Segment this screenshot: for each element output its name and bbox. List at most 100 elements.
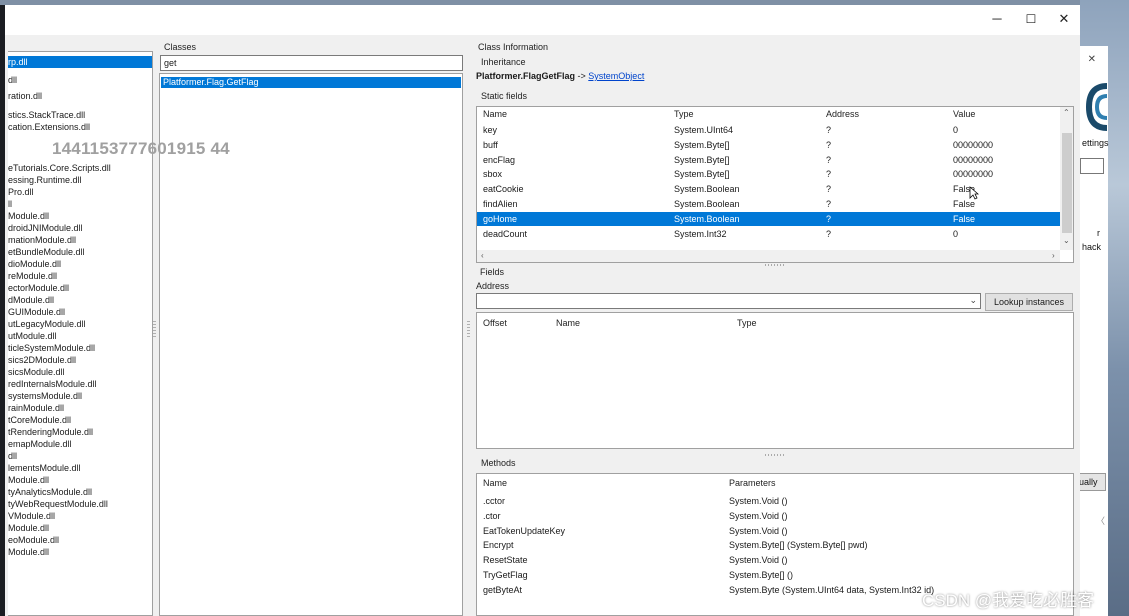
assembly-item[interactable]: ll <box>8 198 152 210</box>
base-class-link[interactable]: SystemObject <box>588 71 644 81</box>
title-bar: ─ ☐ ✕ <box>5 5 1080 35</box>
assembly-item[interactable]: eTutorials.Core.Scripts.dll <box>8 162 152 174</box>
splitter-left[interactable] <box>153 321 156 337</box>
static-field-row[interactable]: encFlag System.Byte[]? 00000000 <box>477 153 1060 167</box>
col-header-address[interactable]: Address <box>826 109 859 119</box>
static-fields-hscrollbar[interactable]: ‹ › <box>477 250 1060 262</box>
assembly-item[interactable]: utModule.dll <box>8 330 152 342</box>
method-name-cell: getByteAt <box>483 584 523 595</box>
scroll-up-icon[interactable]: ⌃ <box>1063 108 1070 117</box>
scroll-thumb[interactable] <box>1062 133 1072 233</box>
assembly-item[interactable]: tyAnalyticsModule.dll <box>8 486 152 498</box>
close-button[interactable]: ✕ <box>1049 8 1079 30</box>
assembly-item[interactable]: Module.dll <box>8 522 152 534</box>
method-name-cell: .cctor <box>483 496 506 506</box>
assembly-item[interactable]: dioModule.dll <box>8 258 152 270</box>
splitter-grip-top[interactable] <box>765 264 785 266</box>
address-combobox[interactable]: ⌄ <box>476 293 981 309</box>
field-name-cell: encFlag <box>483 154 516 165</box>
assemblies-list[interactable]: rp.dll dll ration.dll stics.StackTrace.dll c… <box>8 51 153 616</box>
static-field-row[interactable]: sbox System.Byte[]? 00000000 <box>477 167 1060 181</box>
field-type-cell: System.Boolean <box>674 199 740 209</box>
inheritance-label: Inheritance <box>481 57 526 67</box>
static-field-row[interactable]: key System.UInt64? 0 <box>477 123 1060 137</box>
assembly-item[interactable]: dll <box>8 74 152 86</box>
maximize-button[interactable]: ☐ <box>1016 8 1046 30</box>
class-info-label: Class Information <box>478 42 549 52</box>
assembly-item[interactable]: emapModule.dll <box>8 438 152 450</box>
field-name-cell: sbox <box>483 169 503 180</box>
assembly-item[interactable]: etBundleModule.dll <box>8 246 152 258</box>
minimize-button[interactable]: ─ <box>982 8 1012 30</box>
assembly-item[interactable]: reModule.dll <box>8 270 152 282</box>
assembly-item[interactable]: Module.dll <box>8 210 152 222</box>
scroll-left-icon[interactable]: ‹ <box>481 251 484 260</box>
col-header-field-name[interactable]: Name <box>556 318 580 328</box>
assembly-item[interactable]: ectorModule.dll <box>8 282 152 294</box>
field-name-cell: goHome <box>483 213 518 224</box>
method-row[interactable]: ResetState System.Void () <box>477 553 1073 567</box>
chevron-down-icon[interactable]: ⌄ <box>969 295 977 306</box>
assembly-item[interactable]: eoModule.dll <box>8 534 152 546</box>
fields-table[interactable]: Offset Name Type <box>476 312 1074 449</box>
lookup-instances-button[interactable]: Lookup instances <box>985 293 1073 311</box>
field-name-cell: buff <box>483 139 498 150</box>
assembly-item[interactable]: tCoreModule.dll <box>8 414 152 426</box>
assembly-item[interactable]: rp.dll <box>8 56 152 68</box>
method-row[interactable]: EatTokenUpdateKey System.Void () <box>477 524 1073 538</box>
col-header-type[interactable]: Type <box>674 109 694 119</box>
assembly-item[interactable]: ticleSystemModule.dll <box>8 342 152 354</box>
assembly-item[interactable]: mationModule.dll <box>8 234 152 246</box>
assembly-item[interactable]: dll <box>8 450 152 462</box>
method-row[interactable]: .cctor System.Void () <box>477 494 1073 508</box>
assembly-item[interactable]: stics.StackTrace.dll <box>8 109 152 121</box>
scroll-down-icon[interactable]: ⌄ <box>1063 236 1070 245</box>
static-field-row[interactable]: goHome System.Boolean? False <box>477 211 1060 226</box>
assembly-item[interactable]: cation.Extensions.dll <box>8 121 152 133</box>
method-row[interactable]: .ctor System.Void () <box>477 509 1073 523</box>
col-header-parameters[interactable]: Parameters <box>729 478 776 488</box>
method-row[interactable]: Encrypt System.Byte[] (System.Byte[] pwd) <box>477 538 1073 552</box>
assembly-item[interactable]: GUIModule.dll <box>8 306 152 318</box>
assembly-item[interactable]: lementsModule.dll <box>8 462 152 474</box>
splitter-middle[interactable] <box>467 321 470 337</box>
assembly-item[interactable]: essing.Runtime.dll <box>8 174 152 186</box>
methods-label: Methods <box>481 458 516 468</box>
assembly-item[interactable]: dModule.dll <box>8 294 152 306</box>
mouse-cursor-icon <box>969 186 979 200</box>
field-name-cell: findAlien <box>483 199 518 209</box>
fields-label: Fields <box>480 267 505 277</box>
col-header-method-name[interactable]: Name <box>483 478 507 488</box>
static-field-row[interactable]: buff System.Byte[]? 00000000 <box>477 138 1060 152</box>
field-type-cell: System.Byte[] <box>674 169 730 180</box>
static-fields-table[interactable]: Name Type Address Value key System.UInt64… <box>476 106 1074 263</box>
assembly-item[interactable]: sics2DModule.dll <box>8 354 152 366</box>
static-fields-vscrollbar[interactable]: ⌃ ⌄ <box>1060 107 1073 250</box>
col-header-offset[interactable]: Offset <box>483 318 507 328</box>
assembly-item[interactable]: tyWebRequestModule.dll <box>8 498 152 510</box>
assembly-item[interactable]: Module.dll <box>8 546 152 558</box>
assembly-item[interactable]: droidJNIModule.dll <box>8 222 152 234</box>
col-header-field-type[interactable]: Type <box>737 318 757 328</box>
field-address-cell: ? <box>826 154 832 165</box>
col-header-value[interactable]: Value <box>953 109 975 119</box>
classes-label: Classes <box>164 42 197 52</box>
class-search-input[interactable]: get <box>160 55 463 71</box>
assembly-item[interactable]: VModule.dll <box>8 510 152 522</box>
splitter-grip-bottom[interactable] <box>765 454 785 456</box>
assembly-item[interactable]: rainModule.dll <box>8 402 152 414</box>
method-row[interactable]: TryGetFlag System.Byte[] () <box>477 568 1073 582</box>
assembly-item[interactable]: tRenderingModule.dll <box>8 426 152 438</box>
assembly-item[interactable]: Pro.dll <box>8 186 152 198</box>
assembly-item[interactable]: redInternalsModule.dll <box>8 378 152 390</box>
col-header-name[interactable]: Name <box>483 109 507 119</box>
scroll-right-icon[interactable]: › <box>1052 251 1055 260</box>
assembly-item[interactable]: utLegacyModule.dll <box>8 318 152 330</box>
static-field-row[interactable]: deadCount System.Int32? 0 <box>477 227 1060 241</box>
assembly-item[interactable]: sicsModule.dll <box>8 366 152 378</box>
assembly-item[interactable]: ration.dll <box>8 90 152 102</box>
class-item-selected[interactable]: Platformer.Flag.GetFlag <box>161 77 461 88</box>
field-name-cell: key <box>483 125 498 135</box>
assembly-item[interactable]: systemsModule.dll <box>8 390 152 402</box>
assembly-item[interactable]: Module.dll <box>8 474 152 486</box>
